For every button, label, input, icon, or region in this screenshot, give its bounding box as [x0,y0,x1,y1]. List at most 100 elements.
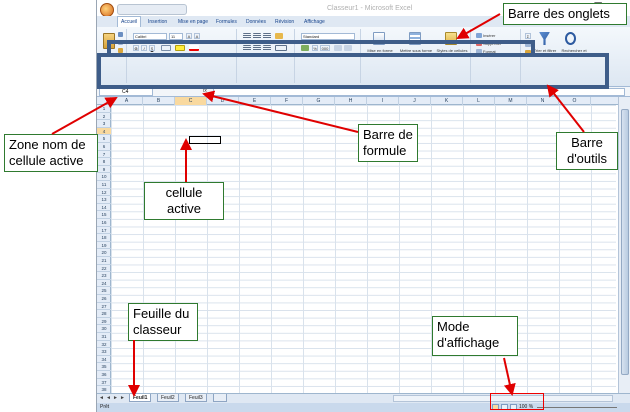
status-bar: Prêt 100 % [97,403,630,412]
column-header[interactable]: J [399,97,431,105]
row-header[interactable]: 14 [97,204,111,212]
row-header[interactable]: 8 [97,158,111,166]
row-header[interactable]: 32 [97,341,111,349]
row-header[interactable]: 23 [97,272,111,280]
callout-active-cell: cellule active [144,182,224,220]
select-all-corner[interactable] [97,97,111,105]
tab-formules[interactable]: Formules [213,17,240,27]
column-header[interactable]: L [463,97,495,105]
column-header[interactable]: B [143,97,175,105]
insert-sheet-icon[interactable] [213,394,227,402]
align-bottom-icon[interactable] [263,33,271,39]
formula-input[interactable] [213,88,625,96]
grow-font-button[interactable]: A [186,33,192,39]
row-header[interactable]: 15 [97,211,111,219]
autosum-button[interactable]: Σ [525,33,531,39]
row-header[interactable]: 12 [97,189,111,197]
row-header[interactable]: 31 [97,333,111,341]
row-header[interactable]: 33 [97,348,111,356]
row-header[interactable]: 26 [97,295,111,303]
row-header[interactable]: 35 [97,363,111,371]
sheet-tab-bar: ◄ ◄ ► ► Feuil1 Feuil2 Feuil3 [97,393,630,403]
row-header[interactable]: 1 [97,105,111,113]
window-title: Classeur1 - Microsoft Excel [327,5,413,12]
row-header[interactable]: 4 [97,127,111,136]
sheet-tab-feuil3[interactable]: Feuil3 [185,394,207,402]
tab-mise-en-page[interactable]: Mise en page [175,17,211,27]
tab-donnees[interactable]: Données [243,17,269,27]
row-header[interactable]: 9 [97,166,111,174]
insert-button[interactable]: Insérer [483,33,505,38]
column-header[interactable]: G [303,97,335,105]
first-sheet-icon[interactable]: ◄ [99,395,104,401]
tab-insertion[interactable]: Insertion [145,17,170,27]
shrink-font-button[interactable]: A [194,33,200,39]
row-header[interactable]: 22 [97,265,111,273]
tab-revision[interactable]: Révision [272,17,297,27]
tab-accueil[interactable]: Accueil [117,16,142,27]
row-header[interactable]: 6 [97,143,111,151]
row-header[interactable]: 37 [97,379,111,387]
active-cell[interactable] [189,136,221,144]
row-header[interactable]: 21 [97,257,111,265]
row-header[interactable]: 20 [97,249,111,257]
column-header[interactable]: F [271,97,303,105]
quick-access-toolbar[interactable] [117,4,187,15]
insert-icon[interactable] [476,33,482,38]
row-header[interactable]: 7 [97,151,111,159]
sort-filter-icon[interactable] [539,32,550,45]
row-header[interactable]: 34 [97,356,111,364]
row-header[interactable]: 10 [97,173,111,181]
row-header[interactable]: 11 [97,181,111,189]
column-header[interactable]: N [527,97,559,105]
row-header[interactable]: 3 [97,120,111,128]
number-format-select[interactable]: Standard [301,33,355,40]
vertical-scrollbar[interactable] [618,97,630,393]
sheet-tab-feuil1[interactable]: Feuil1 [129,394,152,402]
row-header[interactable]: 25 [97,287,111,295]
orientation-icon[interactable] [275,33,283,39]
annotated-screenshot: Classeur1 - Microsoft Excel – ❐ ✕ ? – ✕ … [0,0,630,412]
row-header[interactable]: 16 [97,219,111,227]
sheet-tab-feuil2[interactable]: Feuil2 [157,394,179,402]
toolbar-highlight [97,53,609,89]
next-sheet-icon[interactable]: ► [113,395,118,401]
callout-view-mode: Mode d'affichage [432,316,518,356]
row-header[interactable]: 27 [97,303,111,311]
zoom-slider[interactable] [537,407,617,408]
column-header[interactable]: E [239,97,271,105]
row-header[interactable]: 36 [97,371,111,379]
row-header[interactable]: 28 [97,310,111,318]
callout-sheet: Feuille du classeur [128,303,198,341]
column-header[interactable]: M [495,97,527,105]
column-header[interactable]: A [111,97,143,105]
find-icon[interactable] [565,32,576,45]
row-header[interactable]: 5 [97,135,111,143]
row-header[interactable]: 2 [97,113,111,121]
column-header[interactable]: H [335,97,367,105]
row-header[interactable]: 18 [97,234,111,242]
cut-icon[interactable] [118,32,123,37]
column-header[interactable]: O [559,97,591,105]
office-button-icon[interactable] [100,3,114,17]
align-middle-icon[interactable] [253,33,261,39]
row-header[interactable]: 17 [97,227,111,235]
row-header[interactable]: 29 [97,318,111,326]
font-name-select[interactable]: Calibri [133,33,167,40]
column-header[interactable]: C [175,97,207,105]
row-header[interactable]: 30 [97,325,111,333]
name-box[interactable]: C4 [99,88,153,96]
last-sheet-icon[interactable]: ► [120,395,125,401]
prev-sheet-icon[interactable]: ◄ [106,395,111,401]
row-header[interactable]: 19 [97,242,111,250]
font-size-select[interactable]: 11 [169,33,183,40]
column-header[interactable]: D [207,97,239,105]
row-header[interactable]: 24 [97,280,111,288]
column-headers: ABCDEFGHIJKLMNO [97,97,630,105]
tab-affichage[interactable]: Affichage [301,17,328,27]
align-top-icon[interactable] [243,33,251,39]
vertical-scroll-thumb[interactable] [621,109,629,375]
column-header[interactable]: I [367,97,399,105]
column-header[interactable]: K [431,97,463,105]
row-header[interactable]: 13 [97,196,111,204]
